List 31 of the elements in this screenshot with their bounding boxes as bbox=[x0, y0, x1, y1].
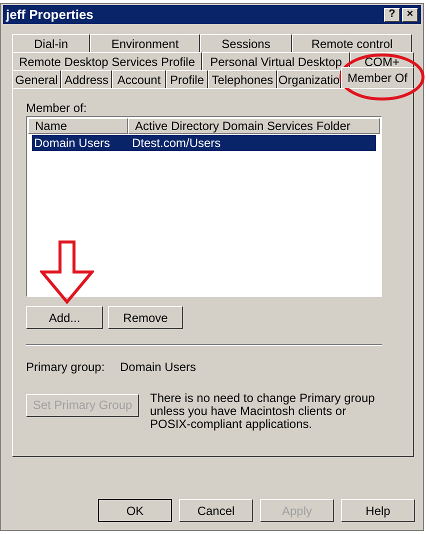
window-title: jeff Properties bbox=[6, 6, 94, 24]
primary-group-note: There is no need to change Primary group unless you have Macintosh clients or POSIX-compliant applications. bbox=[150, 392, 376, 431]
tab[interactable]: Remote control bbox=[292, 34, 412, 52]
tab[interactable]: Address bbox=[61, 70, 112, 88]
primary-group-value: Domain Users bbox=[120, 359, 196, 376]
tab[interactable]: Organizatio bbox=[277, 70, 341, 88]
remove-button[interactable]: Remove bbox=[108, 306, 183, 329]
column-header[interactable]: Active Directory Domain Services Folder bbox=[128, 118, 380, 134]
close-button[interactable]: × bbox=[402, 8, 418, 22]
tab[interactable]: Sessions bbox=[200, 34, 292, 52]
list-row[interactable]: Domain Users Dtest.com/Users bbox=[32, 135, 376, 151]
dialog-button[interactable]: OK bbox=[98, 499, 172, 522]
tab[interactable]: Telephones bbox=[208, 70, 277, 88]
help-button[interactable]: ? bbox=[384, 8, 400, 22]
dialog-button[interactable]: Help bbox=[341, 499, 415, 522]
tab[interactable]: Environment bbox=[90, 34, 200, 52]
tab[interactable]: Dial-in bbox=[12, 34, 90, 52]
column-header[interactable]: Name bbox=[28, 118, 128, 134]
member-of-label: Member of: bbox=[26, 100, 88, 116]
list-cell-text: Domain Users bbox=[33, 135, 112, 151]
add-button[interactable]: Add... bbox=[26, 306, 103, 329]
tab[interactable]: Personal Virtual Desktop bbox=[202, 52, 350, 70]
tab[interactable]: Remote Desktop Services Profile bbox=[12, 52, 202, 70]
tab[interactable]: Profile bbox=[166, 70, 208, 88]
primary-group-label: Primary group: bbox=[26, 359, 106, 376]
tab[interactable]: Account bbox=[112, 70, 166, 88]
tab[interactable]: Member Of bbox=[341, 67, 414, 88]
tab[interactable]: General bbox=[12, 70, 61, 88]
dialog-button[interactable]: Cancel bbox=[179, 499, 253, 522]
list-cell-text: Dtest.com/Users bbox=[132, 135, 222, 151]
annotation-arrow bbox=[40, 240, 94, 304]
